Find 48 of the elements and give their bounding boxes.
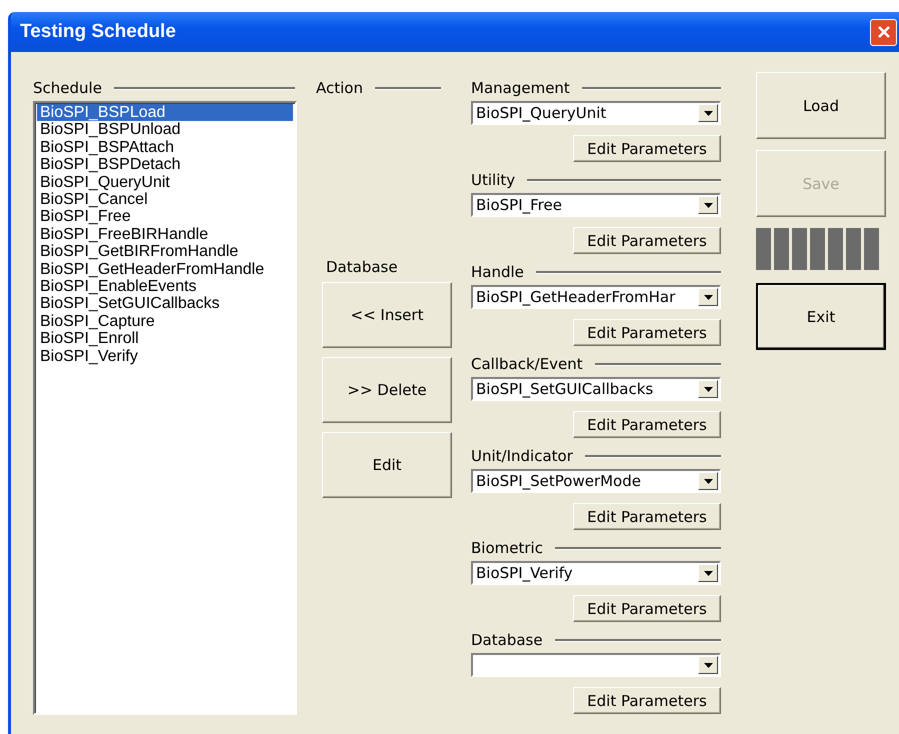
action-button[interactable]: >> Delete (322, 357, 452, 423)
list-item[interactable]: BioSPI_QueryUnit (37, 174, 293, 192)
list-item[interactable]: BioSPI_BSPDetach (37, 156, 293, 174)
group-label: Biometric (471, 539, 543, 557)
dropdown[interactable]: BioSPI_SetGUICallbacks (471, 377, 721, 401)
schedule-list[interactable] (33, 101, 297, 715)
edit-parameters-button[interactable]: Edit Parameters (573, 227, 721, 254)
section-label: Schedule (33, 79, 102, 97)
group-label: Callback/Event (471, 355, 583, 373)
close-icon (876, 25, 890, 39)
action-button[interactable]: << Insert (322, 282, 452, 348)
dropdown[interactable]: BioSPI_QueryUnit (471, 101, 721, 125)
list-item[interactable]: BioSPI_Cancel (37, 191, 293, 208)
action-button[interactable]: Edit (322, 432, 452, 498)
exit-button[interactable]: Exit (756, 283, 886, 350)
edit-parameters-button[interactable]: Edit Parameters (573, 135, 721, 162)
list-item[interactable]: BioSPI_Free (37, 208, 293, 226)
dropdown[interactable]: BioSPI_Verify (471, 561, 721, 585)
dropdown[interactable]: BioSPI_GetHeaderFromHar (471, 285, 721, 309)
section-label: Action (316, 79, 363, 97)
list-item[interactable]: BioSPI_BSPAttach (37, 138, 293, 156)
list-item[interactable]: BioSPI_GetBIRFromHandle (37, 243, 293, 261)
list-item[interactable]: BioSPI_Enroll (37, 330, 293, 348)
list-item[interactable]: BioSPI_SetGUICallbacks (37, 295, 293, 313)
group-label: Database (471, 631, 543, 649)
list-item[interactable]: BioSPI_BSPLoad (37, 104, 293, 122)
list-item[interactable]: BioSPI_GetHeaderFromHandle (37, 260, 293, 278)
dropdown[interactable]: BioSPI_SetPowerMode (471, 469, 721, 493)
edit-parameters-button[interactable]: Edit Parameters (573, 595, 721, 622)
window-title: Testing Schedule (20, 21, 176, 43)
edit-parameters-button[interactable]: Edit Parameters (573, 319, 721, 346)
list-item[interactable]: BioSPI_Verify (37, 348, 293, 366)
group-label: Management (471, 79, 570, 97)
list-item[interactable]: BioSPI_Capture (37, 312, 293, 330)
edit-parameters-button[interactable]: Edit Parameters (573, 503, 721, 530)
edit-parameters-button[interactable]: Edit Parameters (573, 411, 721, 438)
dropdown[interactable]: BioSPI_Free (471, 193, 721, 217)
edit-parameters-button[interactable]: Edit Parameters (573, 687, 721, 714)
side-button[interactable]: Load (756, 72, 886, 139)
list-item[interactable]: BioSPI_EnableEvents (37, 278, 293, 296)
group-label: Unit/Indicator (471, 447, 573, 465)
close-button[interactable] (870, 18, 897, 46)
group-label: Handle (471, 263, 524, 281)
dropdown[interactable] (471, 653, 721, 677)
section-label: Database (326, 258, 399, 276)
list-item[interactable]: BioSPI_BSPUnload (37, 121, 293, 139)
list-item[interactable]: BioSPI_FreeBIRHandle (37, 226, 293, 244)
group-label: Utility (471, 171, 516, 189)
